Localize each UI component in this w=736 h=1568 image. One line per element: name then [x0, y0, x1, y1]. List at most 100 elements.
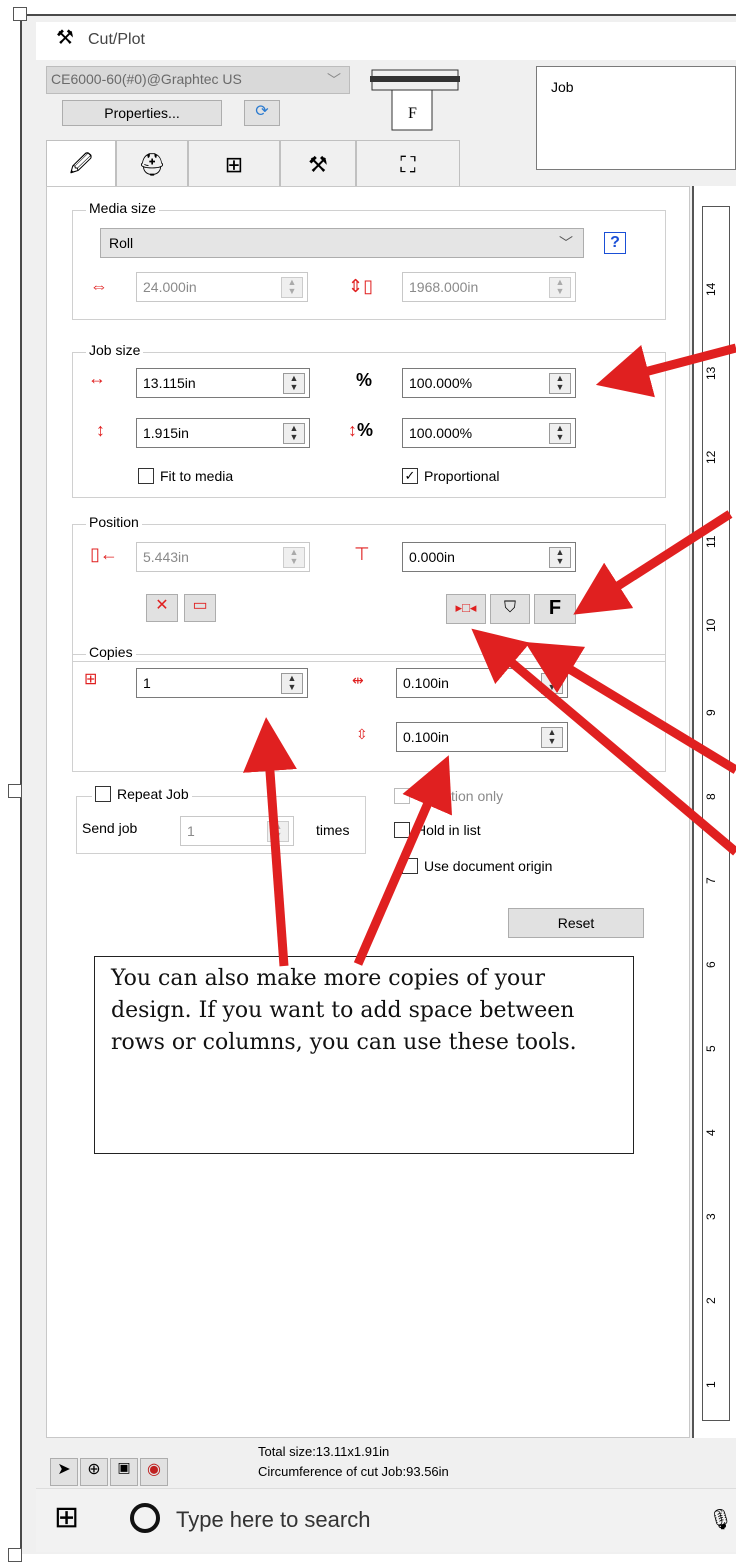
job-info-box: Job — [536, 66, 736, 170]
clear-position-button[interactable]: ✕ — [146, 594, 178, 622]
ruler-label: 6 — [704, 961, 718, 968]
vertical-spacing-spinner[interactable]: ▲ ▼ — [541, 727, 563, 748]
job-width-icon: ↔ — [88, 368, 106, 388]
scale-x-field[interactable]: 100.000% ▲ ▼ — [402, 368, 576, 398]
registration-tab-icon: ⊞ — [224, 151, 244, 177]
tab-cutter[interactable]: 🖉 — [46, 140, 116, 190]
ruler-label: 2 — [704, 1297, 718, 1304]
reset-button[interactable]: Reset — [508, 908, 644, 938]
resize-handle-top-left[interactable] — [13, 7, 27, 21]
scale-x-icon: % — [356, 370, 373, 390]
job-width-field[interactable]: 13.115in ▲ ▼ — [136, 368, 310, 398]
tab-registration[interactable]: ⊞ — [188, 140, 280, 188]
ruler-label: 12 — [704, 450, 718, 464]
vertical-spacing-icon: ⇳ — [356, 726, 368, 742]
repeat-job-checkbox[interactable]: Repeat Job — [92, 786, 192, 802]
properties-button[interactable]: Properties... — [62, 100, 222, 126]
scale-x-spinner[interactable]: ▲ ▼ — [549, 373, 571, 394]
vertical-spacing-field[interactable]: 0.100in ▲ ▼ — [396, 722, 568, 752]
scale-y-field[interactable]: 100.000% ▲ ▼ — [402, 418, 576, 448]
copies-count-field[interactable]: 1 ▲ ▼ — [136, 668, 308, 698]
checkbox-checked: ✓ — [402, 468, 418, 484]
horizontal-spacing-field[interactable]: 0.100in ▲ ▼ — [396, 668, 568, 698]
zoom-fit-button[interactable]: ◉ — [140, 1458, 168, 1486]
weed-tab-icon: ⛑ — [138, 151, 166, 177]
proportional-checkbox[interactable]: ✓ Proportional — [402, 468, 500, 484]
media-width-field[interactable]: 24.000in ▲ ▼ — [136, 272, 308, 302]
job-label: Job — [551, 79, 574, 95]
status-bar: ➤ ⊕ ▣ ◉ Total size:13.11x1.91in Circumfe… — [36, 1440, 736, 1488]
media-help-icon[interactable]: ? — [604, 232, 626, 254]
media-length-spinner[interactable]: ▲ ▼ — [549, 277, 571, 298]
align-position-button[interactable]: ▸□◂ — [446, 594, 486, 624]
taskbar-search-input[interactable]: Type here to search — [176, 1507, 370, 1533]
copies-grid-icon: ⊞ — [84, 671, 98, 688]
media-size-group — [72, 210, 666, 320]
media-length-icon: ⇕▯ — [348, 276, 373, 296]
ruler-label: 8 — [704, 793, 718, 800]
scale-y-spinner[interactable]: ▲ ▼ — [549, 423, 571, 444]
svg-text:F: F — [408, 105, 417, 122]
tab-weed[interactable]: ⛑ — [116, 140, 188, 188]
cutter-logo-icon: ⚒ — [56, 27, 74, 49]
device-sync-icon: ⟳ — [255, 103, 269, 120]
tab-fullscreen[interactable]: ⛶ — [356, 140, 460, 188]
cortana-icon[interactable] — [130, 1503, 160, 1533]
job-width-spinner[interactable]: ▲ ▼ — [283, 373, 305, 394]
align-position-icon: ▸□◂ — [455, 600, 477, 615]
ruler-label: 10 — [704, 618, 718, 632]
job-height-spinner[interactable]: ▲ ▼ — [283, 423, 305, 444]
media-width-spinner[interactable]: ▲ ▼ — [281, 277, 303, 298]
selection-only-checkbox[interactable]: Selection only — [394, 788, 503, 804]
position-y-spinner[interactable]: ▲ ▼ — [549, 547, 571, 568]
arrow-cursor-icon: ➤ — [57, 1461, 71, 1478]
device-select[interactable]: CE6000-60(#0)@Graphtec US ﹀ — [46, 66, 350, 94]
position-label: Position — [86, 514, 142, 530]
position-y-icon: ⊤ — [354, 544, 370, 564]
job-height-field[interactable]: 1.915in ▲ ▼ — [136, 418, 310, 448]
ruler-label: 7 — [704, 877, 718, 884]
image-preview-icon: ▣ — [117, 1459, 131, 1475]
job-height-icon: ↕ — [96, 420, 105, 440]
position-person-button[interactable]: ⛉ — [490, 594, 530, 624]
f-orientation-button[interactable]: F — [534, 594, 576, 624]
send-job-label: Send job — [82, 820, 138, 836]
windows-taskbar: ⊞ Type here to search 🎙 — [36, 1488, 736, 1552]
tab-tool[interactable]: ⚒ — [280, 140, 356, 188]
ruler-label: 4 — [704, 1129, 718, 1136]
horizontal-spacing-icon: ⇹ — [352, 672, 364, 688]
set-origin-button[interactable]: ▭ — [184, 594, 216, 622]
media-type-select[interactable]: Roll ﹀ — [100, 228, 584, 258]
media-length-field[interactable]: 1968.000in ▲ ▼ — [402, 272, 576, 302]
ruler-label: 1 — [704, 1381, 718, 1388]
times-label: times — [316, 822, 350, 838]
copies-count-spinner[interactable]: ▲ ▼ — [281, 673, 303, 694]
fullscreen-tab-icon: ⛶ — [400, 151, 416, 177]
ruler-label: 13 — [704, 366, 718, 380]
horizontal-spacing-spinner[interactable]: ▲ ▼ — [541, 673, 563, 694]
hold-in-list-checkbox[interactable]: Hold in list — [394, 822, 481, 838]
zoom-in-button[interactable]: ⊕ — [80, 1458, 108, 1486]
ruler-label: 9 — [704, 709, 718, 716]
refresh-device-button[interactable]: ⟳ — [244, 100, 280, 126]
fit-to-media-checkbox[interactable]: Fit to media — [138, 468, 233, 484]
select-tool-button[interactable]: ➤ — [50, 1458, 78, 1486]
media-width-icon: ⇔ — [90, 276, 108, 296]
position-x-field[interactable]: 5.443in ▲ ▼ — [136, 542, 310, 572]
resize-handle-bottom-left[interactable] — [8, 1548, 22, 1562]
position-y-field[interactable]: 0.000in ▲ ▼ — [402, 542, 576, 572]
windows-start-icon[interactable]: ⊞ — [54, 1503, 79, 1533]
preview-button[interactable]: ▣ — [110, 1458, 138, 1486]
send-job-count-field[interactable]: 1 ▲ ▼ — [180, 816, 294, 846]
send-job-spinner[interactable]: ▲ ▼ — [267, 821, 289, 842]
person-icon: ⛉ — [503, 599, 516, 616]
zoom-fit-icon: ◉ — [147, 1461, 161, 1478]
position-x-spinner[interactable]: ▲ ▼ — [283, 547, 305, 568]
resize-handle-left[interactable] — [8, 784, 22, 798]
set-origin-icon: ▭ — [192, 597, 208, 614]
checkbox-box — [402, 858, 418, 874]
clear-position-icon: ✕ — [155, 597, 169, 614]
use-document-origin-checkbox[interactable]: Use document origin — [402, 858, 552, 874]
microphone-icon[interactable]: 🎙 — [708, 1507, 733, 1532]
total-size-text: Total size:13.11x1.91in — [258, 1444, 390, 1459]
